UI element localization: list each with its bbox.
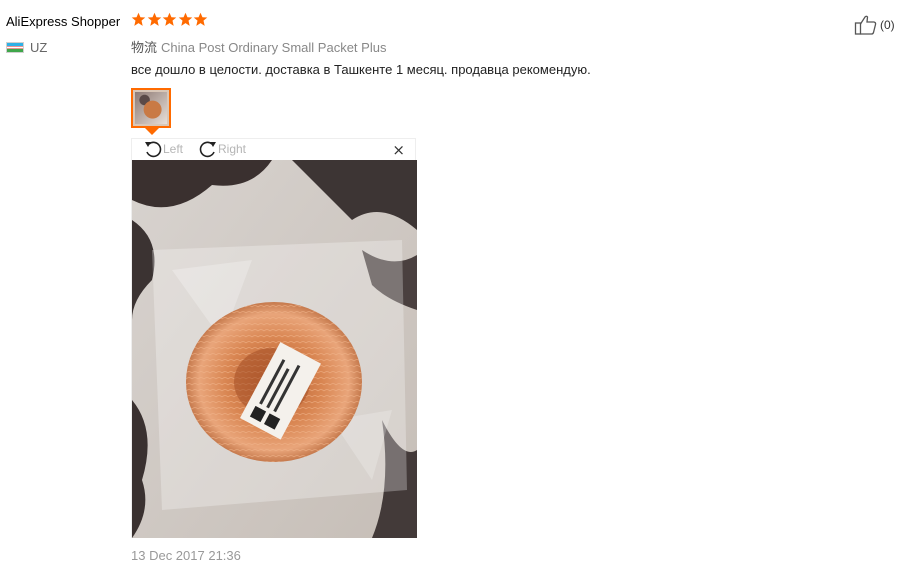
review-date: 13 Dec 2017 21:36 <box>131 548 241 563</box>
rotate-right-label: Right <box>218 142 247 156</box>
review-photo <box>132 160 417 538</box>
photo-image <box>132 160 417 538</box>
review-item: AliExpress Shopper UZ 物流 China Post Ordin… <box>0 0 911 578</box>
shipping-info: 物流 China Post Ordinary Small Packet Plus <box>131 37 386 56</box>
shipping-label: 物流 <box>131 40 158 55</box>
helpful-button[interactable]: (0) <box>854 14 895 36</box>
rotate-left-button[interactable]: Left <box>143 139 183 159</box>
helpful-count: (0) <box>880 18 895 32</box>
rotate-right-icon <box>199 141 216 158</box>
viewer-toolbar: Left Right × <box>132 139 415 160</box>
rotate-right-button[interactable]: Right <box>198 139 246 159</box>
star-icon <box>178 12 192 26</box>
close-viewer-button[interactable]: × <box>392 141 405 159</box>
reviewer-name: AliExpress Shopper <box>6 14 121 29</box>
rotate-left-label: Left <box>163 142 184 156</box>
star-icon <box>193 12 208 26</box>
shipping-method: China Post Ordinary Small Packet Plus <box>161 40 387 55</box>
rotate-left-icon <box>145 141 162 158</box>
rating-stars <box>131 12 209 27</box>
thumbs-up-icon <box>854 15 877 35</box>
uzbekistan-flag-icon <box>6 42 24 53</box>
reviewer-country: UZ <box>6 40 47 55</box>
review-photo-thumbnail[interactable] <box>131 88 171 128</box>
thumbnail-pointer <box>145 128 159 135</box>
star-icon <box>147 12 161 26</box>
thumbnail-image <box>135 92 167 124</box>
review-text: все дошло в целости. доставка в Ташкенте… <box>131 62 591 77</box>
photo-viewer: Left Right × <box>131 138 417 538</box>
star-icon <box>131 12 146 26</box>
star-icon <box>162 12 177 26</box>
country-code: UZ <box>30 40 48 55</box>
